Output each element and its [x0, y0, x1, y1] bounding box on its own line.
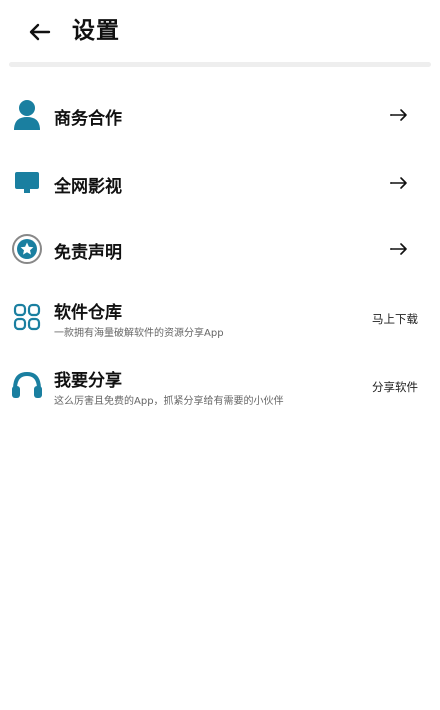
app-bar: 设置 — [0, 0, 440, 62]
arrow-right-icon — [388, 106, 410, 124]
header-divider — [9, 62, 431, 67]
arrow-left-icon — [29, 23, 51, 41]
page-title: 设置 — [72, 18, 120, 44]
star-badge-icon — [10, 232, 44, 266]
grid-icon — [10, 300, 44, 334]
share-app-button[interactable]: 分享软件 — [372, 379, 418, 395]
back-button[interactable] — [26, 18, 54, 46]
download-now-button[interactable]: 马上下载 — [372, 311, 418, 327]
menu-item-disclaimer[interactable]: 免责声明 — [0, 226, 440, 272]
menu-item-share[interactable]: 我要分享 这么厉害且免费的App，抓紧分享给有需要的小伙伴 分享软件 — [0, 362, 440, 412]
menu-item-label: 商务合作 — [54, 109, 122, 129]
person-icon — [10, 98, 44, 132]
arrow-right-icon — [388, 174, 410, 192]
menu-item-subtitle: 一款拥有海量破解软件的资源分享App — [54, 328, 224, 339]
monitor-icon — [10, 166, 44, 200]
menu-item-software-repo[interactable]: 软件仓库 一款拥有海量破解软件的资源分享App 马上下载 — [0, 294, 440, 344]
menu-item-movies[interactable]: 全网影视 — [0, 160, 440, 206]
menu-item-label: 全网影视 — [54, 177, 122, 197]
menu-item-subtitle: 这么厉害且免费的App，抓紧分享给有需要的小伙伴 — [54, 396, 284, 407]
menu-item-label: 免责声明 — [54, 243, 122, 263]
menu-item-label: 软件仓库 — [54, 303, 122, 323]
arrow-right-icon — [388, 240, 410, 258]
menu-item-label: 我要分享 — [54, 371, 122, 391]
headphones-icon — [10, 368, 44, 402]
menu-item-business[interactable]: 商务合作 — [0, 92, 440, 138]
